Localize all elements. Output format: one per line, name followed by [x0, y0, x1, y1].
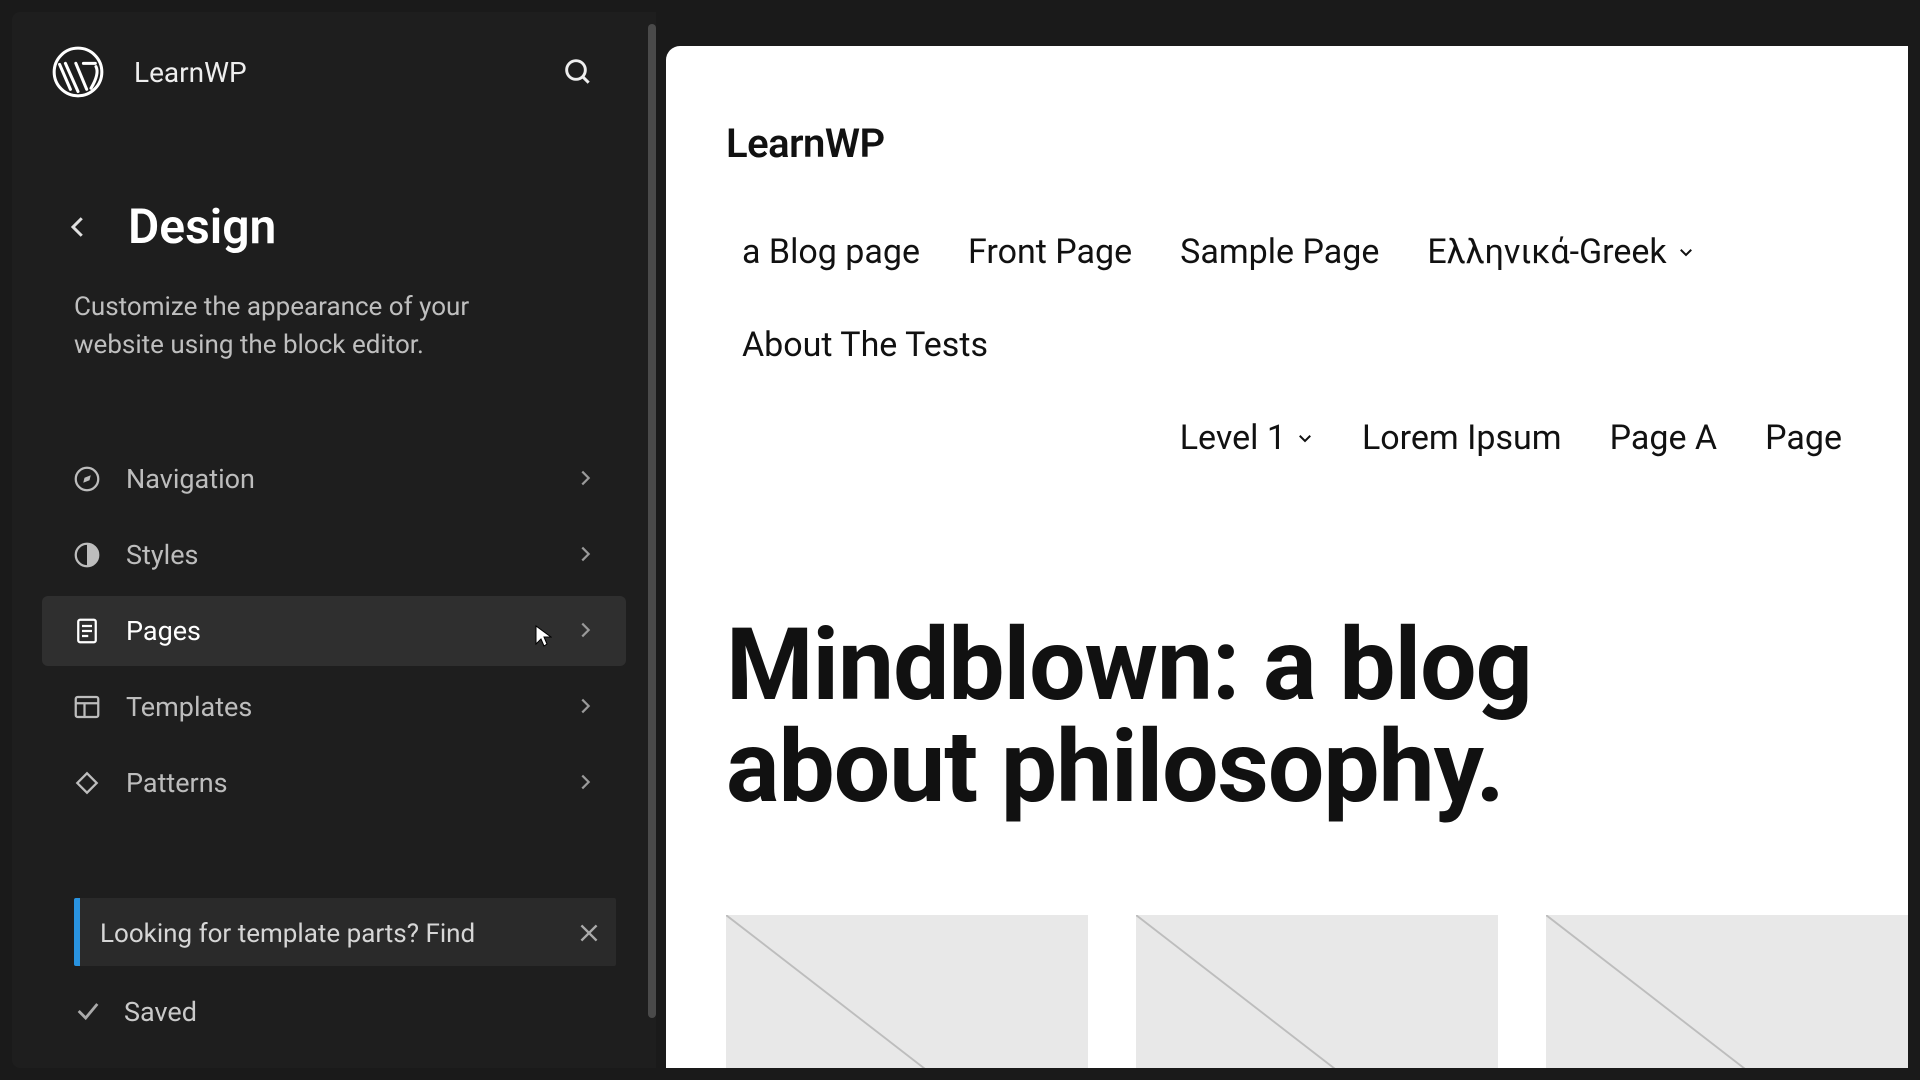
search-icon — [562, 56, 594, 88]
preview-post-grid — [666, 819, 1908, 1068]
layout-icon — [70, 690, 104, 724]
menu-item-label: Navigation — [126, 463, 574, 495]
nav-link-label: Page — [1765, 401, 1842, 476]
placeholder-icon — [1546, 915, 1908, 1068]
nav-link[interactable]: About The Tests — [718, 308, 1012, 383]
contrast-icon — [70, 538, 104, 572]
chevron-down-icon — [1296, 429, 1314, 447]
nav-link[interactable]: Page — [1741, 401, 1866, 476]
menu-item-styles[interactable]: Styles — [42, 520, 626, 590]
nav-link-label: About The Tests — [742, 308, 988, 383]
compass-icon — [70, 462, 104, 496]
menu-item-patterns[interactable]: Patterns — [42, 748, 626, 818]
nav-link[interactable]: Front Page — [944, 215, 1156, 290]
preview-hero-heading: Mindblown: a blog about philosophy. — [666, 475, 1716, 819]
post-thumbnail-placeholder[interactable] — [1546, 915, 1908, 1068]
nav-link[interactable]: Sample Page — [1156, 215, 1403, 290]
template-parts-notice: Looking for template parts? Find — [74, 898, 616, 966]
nav-link-label: a Blog page — [742, 215, 920, 290]
back-button[interactable] — [56, 205, 100, 249]
menu-item-pages[interactable]: Pages — [42, 596, 626, 666]
search-button[interactable] — [554, 48, 602, 96]
save-status: Saved — [124, 996, 197, 1028]
menu-item-label: Styles — [126, 539, 574, 571]
nav-link-label: Lorem Ipsum — [1362, 401, 1562, 476]
chevron-right-icon — [574, 771, 598, 795]
nav-link-submenu[interactable]: Level 1 — [1156, 401, 1338, 476]
chevron-right-icon — [574, 467, 598, 491]
sidebar-header: LearnWP — [12, 12, 656, 118]
nav-link-label: Front Page — [968, 215, 1132, 290]
chevron-right-icon — [574, 619, 598, 643]
site-editor-sidebar: LearnWP Design Customize the appearance … — [12, 12, 656, 1068]
site-name[interactable]: LearnWP — [134, 56, 524, 89]
wordpress-logo-icon[interactable] — [52, 46, 104, 98]
chevron-right-icon — [574, 695, 598, 719]
placeholder-icon — [726, 915, 1088, 1068]
site-preview: LearnWP a Blog page Front Page Sample Pa… — [666, 46, 1908, 1068]
design-menu: Navigation Styles Pages — [12, 364, 656, 818]
panel-title: Design — [128, 198, 276, 255]
post-thumbnail-placeholder[interactable] — [1136, 915, 1498, 1068]
preview-site-title[interactable]: LearnWP — [666, 46, 1908, 167]
panel-header: Design — [12, 118, 656, 255]
menu-item-templates[interactable]: Templates — [42, 672, 626, 742]
nav-link[interactable]: Lorem Ipsum — [1338, 401, 1586, 476]
nav-link-label: Ελληνικά-Greek — [1427, 215, 1666, 290]
preview-nav: a Blog page Front Page Sample Page Ελλην… — [666, 167, 1866, 475]
menu-item-label: Pages — [126, 615, 574, 647]
sidebar-scrollbar[interactable] — [648, 24, 656, 1018]
nav-link[interactable]: Page A — [1586, 401, 1742, 476]
nav-link[interactable]: a Blog page — [718, 215, 944, 290]
sidebar-footer: Saved — [12, 966, 656, 1068]
placeholder-icon — [1136, 915, 1498, 1068]
check-icon — [74, 997, 104, 1027]
menu-item-navigation[interactable]: Navigation — [42, 444, 626, 514]
diamond-icon — [70, 766, 104, 800]
post-thumbnail-placeholder[interactable] — [726, 915, 1088, 1068]
menu-item-label: Patterns — [126, 767, 574, 799]
nav-link-label: Page A — [1610, 401, 1718, 476]
notice-text: Looking for template parts? Find — [100, 919, 475, 949]
chevron-left-icon — [63, 212, 93, 242]
notice-dismiss-button[interactable] — [572, 916, 606, 950]
chevron-down-icon — [1677, 243, 1695, 261]
site-preview-frame[interactable]: LearnWP a Blog page Front Page Sample Pa… — [656, 12, 1908, 1068]
nav-link-submenu[interactable]: Ελληνικά-Greek — [1403, 215, 1718, 290]
menu-item-label: Templates — [126, 691, 574, 723]
chevron-right-icon — [574, 543, 598, 567]
close-icon — [576, 920, 602, 946]
nav-link-label: Level 1 — [1180, 401, 1286, 476]
nav-link-label: Sample Page — [1180, 215, 1379, 290]
panel-description: Customize the appearance of your website… — [12, 255, 572, 364]
page-icon — [70, 614, 104, 648]
